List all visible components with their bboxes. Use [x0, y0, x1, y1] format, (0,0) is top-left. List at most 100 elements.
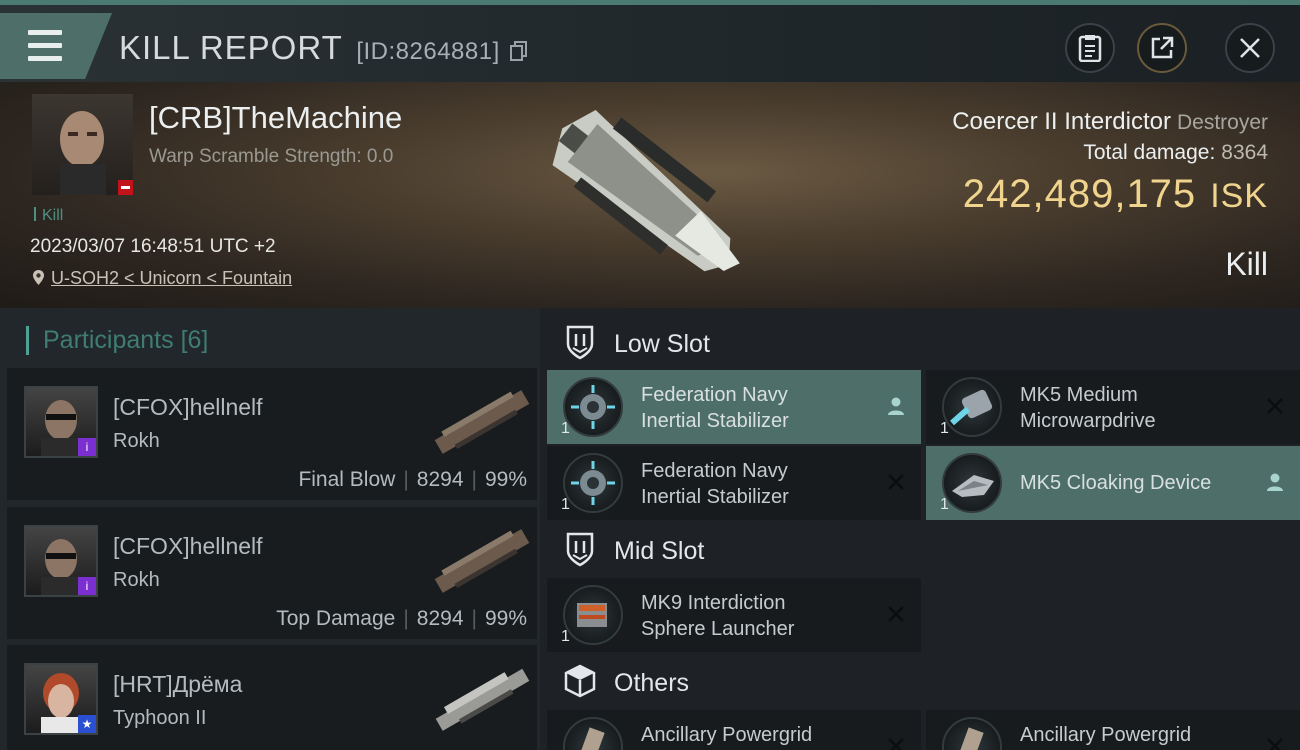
participant-card[interactable]: i [CFOX]hellnelf Rokh Final Blow | 8294 | 99… [7, 368, 537, 500]
module-icon [563, 453, 623, 513]
copy-icon[interactable] [509, 41, 528, 61]
module-name-line1: MK5 Cloaking Device [1020, 472, 1212, 494]
module-name: Ancillary Powergrid [1020, 722, 1191, 748]
menu-button[interactable] [0, 13, 112, 79]
total-damage: Total damage: 8364 [1083, 141, 1268, 165]
x-icon [1267, 738, 1283, 750]
participant-percent: 99% [484, 607, 527, 630]
module-name-line2: Inertial Stabilizer [641, 486, 789, 508]
rank-badge: i [78, 438, 96, 456]
module-quantity: 1 [940, 420, 949, 437]
hamburger-icon-line [28, 43, 62, 48]
location-pin-icon [33, 270, 44, 285]
share-button[interactable] [1137, 23, 1187, 73]
victim-ship-image[interactable] [525, 88, 770, 298]
participant-ship: Typhoon II [113, 707, 207, 729]
participant-card[interactable]: ★ [HRT]Дрёма Typhoon II [7, 645, 537, 750]
warp-scramble-strength: Warp Scramble Strength: 0.0 [149, 146, 394, 167]
module-icon [942, 717, 1002, 750]
close-button[interactable] [1225, 23, 1275, 73]
participant-role: Top Damage [276, 607, 396, 630]
module-name-line2: Microwarpdrive [1020, 410, 1156, 432]
low-slot-icon [566, 325, 594, 360]
module-item[interactable]: Ancillary Powergrid [547, 710, 921, 750]
module-item[interactable]: 1 Federation Navy Inertial Stabilizer [547, 370, 921, 444]
ship-name[interactable]: Coercer II Interdictor Destroyer [952, 108, 1268, 136]
isk-unit: ISK [1210, 177, 1268, 215]
ship-class: Destroyer [1176, 111, 1268, 134]
module-quantity: 1 [940, 496, 949, 513]
participant-ship-image [434, 529, 530, 593]
participant-name: [CFOX]hellnelf [113, 533, 263, 559]
module-item[interactable]: 1 MK5 Medium Microwarpdrive [926, 370, 1300, 444]
participant-role: Final Blow [298, 468, 396, 491]
participant-stats: Final Blow | 8294 | 99% [298, 468, 527, 491]
victim-name[interactable]: [CRB]TheMachine [149, 100, 402, 136]
module-item[interactable]: 1 Federation Navy Inertial Stabilizer [547, 446, 921, 520]
participant-percent: 99% [484, 468, 527, 491]
participants-label: Participants [43, 326, 174, 354]
x-icon [888, 474, 904, 490]
participant-card[interactable]: i [CFOX]hellnelf Rokh Top Damage | 8294 | 99… [7, 507, 537, 639]
module-name-line1: Ancillary Powergrid [1020, 724, 1192, 746]
participant-avatar[interactable]: ★ [24, 663, 98, 735]
person-icon [1267, 473, 1283, 491]
total-damage-label: Total damage: [1083, 141, 1216, 164]
star-badge: ★ [78, 715, 96, 733]
kill-result: Kill [1225, 246, 1268, 282]
clipboard-button[interactable] [1065, 23, 1115, 73]
module-item[interactable]: 1 MK5 Cloaking Device [926, 446, 1300, 520]
module-quantity: 1 [561, 420, 570, 437]
victim-portrait-image [60, 111, 133, 195]
clipboard-icon [1078, 35, 1102, 62]
kill-tag: Kill [34, 207, 63, 225]
top-bar: KILL REPORT [ID:8264881] [0, 0, 1300, 82]
x-icon [1267, 398, 1283, 414]
kill-report-screen: KILL REPORT [ID:8264881] [CRB]TheMachine… [0, 0, 1300, 750]
fitting-panel: Low Slot 1 Federation Navy Inertial Stabi… [540, 308, 1300, 750]
participant-name: [CFOX]hellnelf [113, 394, 263, 420]
share-icon [1151, 36, 1174, 59]
participant-ship-image [435, 668, 530, 731]
total-damage-value: 8364 [1221, 141, 1268, 164]
kill-timestamp: 2023/03/07 16:48:51 UTC +2 [30, 236, 276, 257]
participant-name: [HRT]Дрёма [113, 671, 243, 697]
participant-ship: Rokh [113, 569, 160, 591]
participant-avatar[interactable]: i [24, 386, 98, 458]
module-quantity: 1 [561, 496, 570, 513]
participants-panel: Participants [6] i [CFOX]hellnelf Rokh F… [0, 308, 540, 750]
location-link[interactable]: U-SOH2 < Unicorn < Fountain [51, 268, 292, 288]
low-slot-header: Low Slot [540, 311, 1300, 373]
module-item[interactable]: 1 MK9 Interdiction Sphere Launcher [547, 578, 921, 652]
module-name-line1: MK9 Interdiction [641, 592, 786, 614]
participant-avatar[interactable]: i [24, 525, 98, 597]
module-name-line1: Federation Navy [641, 384, 788, 406]
isk-amount: 242,489,175 [962, 172, 1197, 216]
mid-slot-header: Mid Slot [540, 518, 1300, 580]
rank-badge: i [78, 577, 96, 595]
hamburger-icon-line [28, 56, 62, 61]
kill-location[interactable]: U-SOH2 < Unicorn < Fountain [32, 268, 292, 289]
others-title: Others [614, 669, 690, 697]
module-name: Ancillary Powergrid [641, 722, 812, 748]
participant-damage: 8294 [416, 468, 464, 491]
person-icon [888, 397, 904, 415]
module-name: Federation Navy Inertial Stabilizer [641, 458, 789, 510]
participant-ship-image [434, 390, 530, 454]
x-icon [888, 606, 904, 622]
mid-slot-title: Mid Slot [614, 537, 705, 565]
isk-value: 242,489,175 ISK [963, 172, 1268, 217]
victim-avatar[interactable] [32, 94, 133, 195]
module-name-line1: Ancillary Powergrid [641, 724, 813, 746]
module-name: MK9 Interdiction Sphere Launcher [641, 590, 794, 642]
participant-damage: 8294 [416, 607, 464, 630]
participants-count: [6] [180, 326, 209, 354]
ship-type-name: Coercer II Interdictor [952, 108, 1171, 135]
module-name-line1: Federation Navy [641, 460, 788, 482]
mid-slot-icon [566, 532, 594, 567]
module-item[interactable]: Ancillary Powergrid [926, 710, 1300, 750]
close-icon [1240, 38, 1260, 58]
kill-tag-label: Kill [42, 207, 64, 224]
module-name: MK5 Cloaking Device [1020, 470, 1211, 496]
low-slot-title: Low Slot [614, 330, 710, 358]
